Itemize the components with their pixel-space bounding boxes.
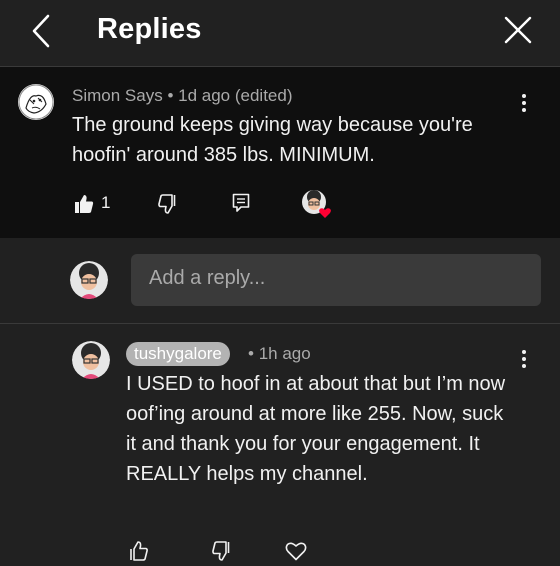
edited-label: (edited) — [234, 86, 293, 105]
reply-placeholder: Add a reply... — [149, 267, 266, 289]
avatar — [70, 261, 108, 299]
thumbs-down-icon — [212, 541, 230, 561]
like-button[interactable] — [128, 541, 148, 566]
comment-text: The ground keeps giving way because you'… — [72, 114, 473, 166]
header-bar: Replies — [0, 0, 560, 67]
sketch-avatar-icon — [18, 84, 54, 120]
more-options-button[interactable] — [519, 350, 529, 372]
avatar[interactable] — [18, 84, 54, 120]
author-chip[interactable]: tushygalore — [126, 342, 230, 366]
thumbs-up-icon — [130, 541, 148, 561]
user-avatar-icon — [70, 261, 108, 299]
page-title: Replies — [97, 13, 202, 45]
reply-meta: • 1h ago — [248, 344, 311, 364]
timestamp: 1h ago — [258, 344, 311, 363]
thumbs-up-icon — [75, 195, 94, 213]
meta-separator: • — [167, 86, 174, 105]
back-button[interactable] — [28, 14, 56, 48]
heart-button[interactable] — [285, 541, 307, 566]
reply-button[interactable] — [232, 193, 250, 218]
close-button[interactable] — [502, 14, 534, 46]
thumbs-down-icon — [158, 194, 176, 214]
like-count: 1 — [101, 193, 111, 212]
meta-separator: • — [248, 344, 254, 363]
creator-heart-icon — [302, 190, 331, 218]
add-reply-row: Add a reply... — [0, 238, 560, 324]
heart-icon — [285, 542, 307, 561]
author-name[interactable]: Simon Says — [72, 86, 163, 105]
avatar[interactable] — [72, 341, 110, 379]
chevron-left-icon — [32, 14, 50, 48]
more-options-button[interactable] — [519, 94, 529, 116]
comment-text: I USED to hoof in at about that but I’m … — [126, 373, 506, 485]
parent-comment: Simon Says • 1d ago (edited) The ground … — [0, 67, 560, 238]
user-avatar-icon — [72, 341, 110, 379]
timestamp: 1d ago — [178, 86, 231, 105]
dislike-button[interactable] — [158, 194, 178, 219]
like-button[interactable] — [74, 194, 94, 219]
dislike-button[interactable] — [212, 541, 232, 566]
add-reply-input[interactable]: Add a reply... — [131, 254, 541, 306]
comment-meta: Simon Says • 1d ago (edited) — [72, 86, 293, 106]
creator-heart — [301, 189, 333, 224]
close-icon — [504, 16, 532, 44]
reply-icon — [232, 193, 250, 212]
